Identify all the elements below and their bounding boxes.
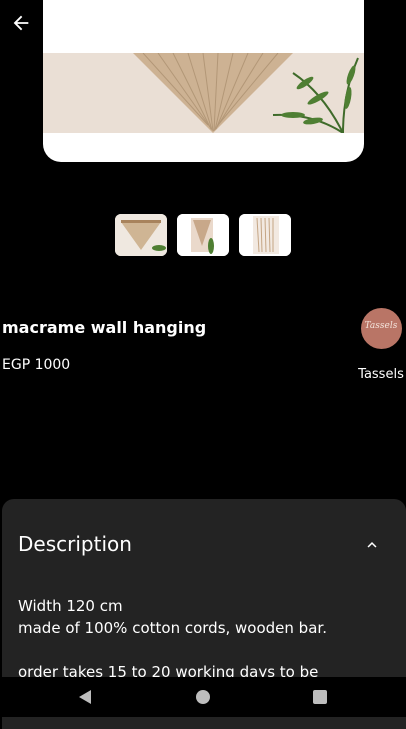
seller-avatar[interactable]: Tassels	[360, 308, 402, 349]
thumbnail-2[interactable]	[177, 214, 229, 256]
nav-back-button[interactable]	[75, 687, 95, 707]
thumbnail-3[interactable]	[239, 214, 291, 256]
description-header[interactable]: Description	[18, 532, 132, 556]
product-price: EGP 1000	[2, 357, 71, 373]
chevron-up-icon	[367, 542, 377, 548]
system-navigation-bar	[0, 677, 406, 717]
seller-logo-text: Tassels	[364, 321, 398, 331]
collapse-button[interactable]	[362, 535, 382, 555]
nav-recents-button[interactable]	[310, 687, 330, 707]
nav-home-icon	[196, 690, 210, 704]
thumbnail-1[interactable]	[115, 214, 167, 256]
description-text: Width 120 cm made of 100% cotton cords, …	[18, 597, 327, 681]
macrame-photo	[43, 53, 364, 133]
page-title: Product details	[127, 10, 279, 34]
app-bar: Product details	[0, 0, 406, 48]
nav-recents-icon	[313, 690, 327, 704]
seller-badge[interactable]: Tassels Tassels	[352, 308, 406, 382]
nav-home-button[interactable]	[193, 687, 213, 707]
product-name: macrame wall hanging	[2, 318, 207, 337]
thumbnail-strip	[115, 214, 291, 256]
nav-back-icon	[79, 690, 91, 704]
seller-name: Tassels	[358, 367, 404, 382]
